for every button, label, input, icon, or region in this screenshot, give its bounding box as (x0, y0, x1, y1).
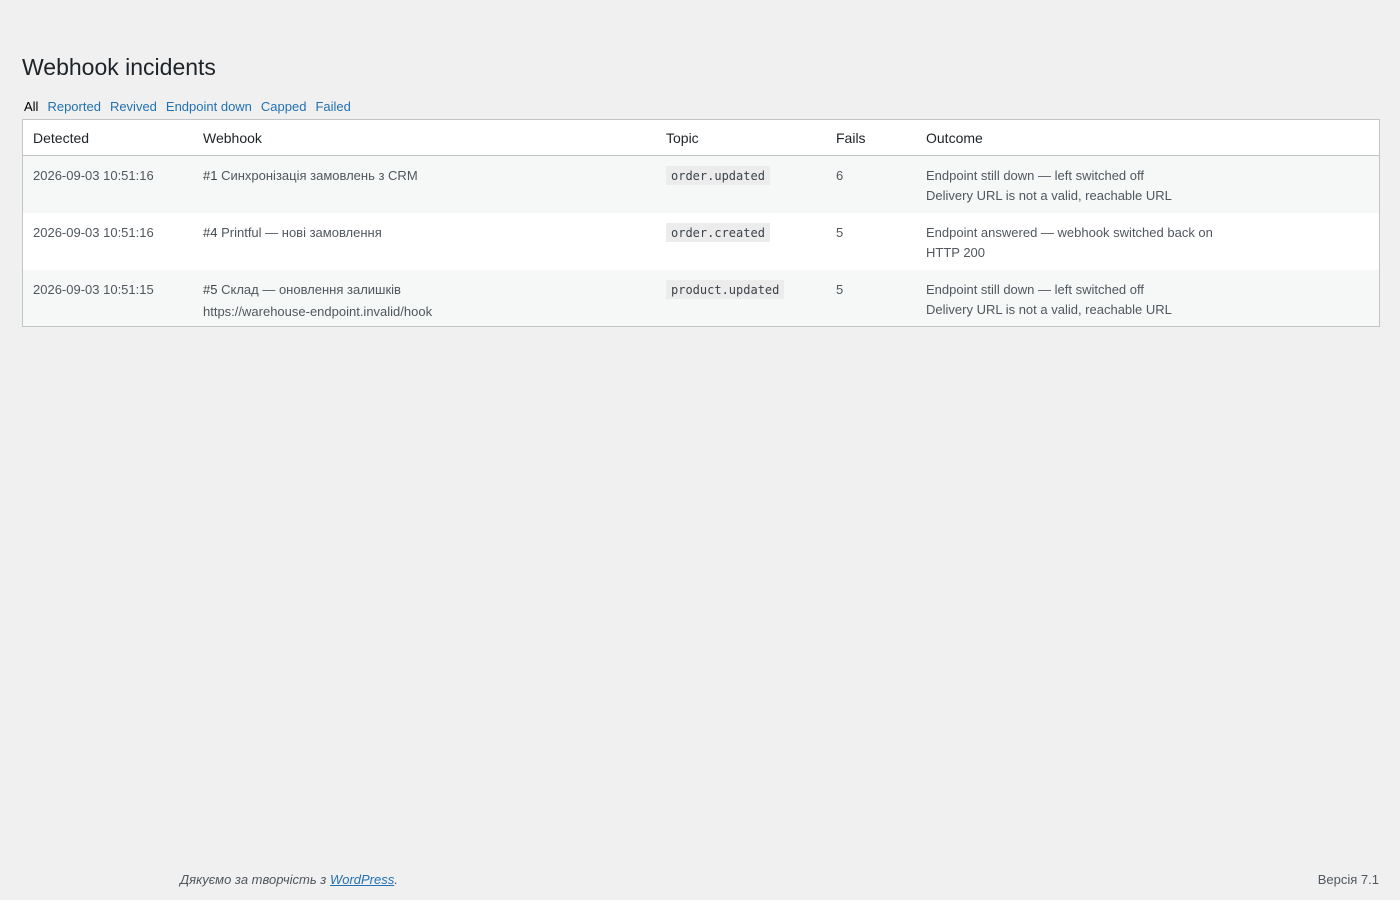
cell-detected: 2026-09-03 10:51:16 (23, 155, 193, 213)
webhook-url: https://warehouse-endpoint.invalid/hook (203, 304, 433, 319)
footer-thanks-suffix: . (394, 872, 398, 887)
cell-webhook: #5 Склад — оновлення залишків https://wa… (193, 270, 656, 326)
incidents-table-container: Detected Webhook Topic Fails Outcome 202… (22, 119, 1380, 327)
topic-code: order.created (666, 223, 770, 242)
cell-fails: 5 (836, 225, 844, 240)
topic-code: order.updated (666, 166, 770, 185)
table-body: 2026-09-03 10:51:16 #1 Синхронізація зам… (23, 155, 1379, 326)
outcome-detail: Delivery URL is not a valid, reachable U… (926, 302, 1172, 317)
filter-capped-item: Capped (261, 98, 307, 116)
filter-endpoint-down-link[interactable]: Endpoint down (166, 99, 252, 114)
filter-endpoint-down-item: Endpoint down (166, 98, 252, 116)
filter-revived-item: Revived (110, 98, 157, 116)
filter-capped-link[interactable]: Capped (261, 99, 307, 114)
filter-failed-item: Failed (315, 98, 350, 116)
filter-all-link[interactable]: All (24, 99, 38, 114)
webhook-name: Синхронізація замовлень з CRM (221, 168, 418, 183)
outcome-detail: Delivery URL is not a valid, reachable U… (926, 188, 1172, 203)
cell-fails: 5 (826, 270, 916, 326)
cell-outcome: Endpoint answered — webhook switched bac… (916, 213, 1379, 270)
webhook-id: #1 (203, 168, 218, 183)
cell-topic: product.updated (656, 270, 826, 326)
table-row: 2026-09-03 10:51:15 #5 Склад — оновлення… (23, 270, 1379, 326)
cell-detected: 2026-09-03 10:51:15 (23, 270, 193, 326)
outcome-status: Endpoint still down — left switched off (926, 168, 1144, 183)
outcome-status: Endpoint answered — webhook switched bac… (926, 225, 1213, 240)
column-header-topic: Topic (656, 120, 826, 156)
topic-code: product.updated (666, 280, 785, 299)
column-header-outcome: Outcome (916, 120, 1379, 156)
cell-outcome: Endpoint still down — left switched off … (916, 270, 1379, 326)
outcome-status: Endpoint still down — left switched off (926, 282, 1144, 297)
filter-reported-item: Reported (47, 98, 100, 116)
cell-webhook: #1 Синхронізація замовлень з CRM (193, 155, 656, 213)
footer-thanks: Дякуємо за творчість з WordPress. (180, 872, 398, 887)
column-header-webhook: Webhook (193, 120, 656, 156)
table-header-row: Detected Webhook Topic Fails Outcome (23, 120, 1379, 156)
webhook-name: Склад — оновлення залишків (221, 282, 401, 297)
status-filter-list: All Reported Revived Endpoint down Cappe… (24, 98, 351, 116)
incidents-table: Detected Webhook Topic Fails Outcome 202… (23, 120, 1379, 326)
filter-revived-link[interactable]: Revived (110, 99, 157, 114)
table-header: Detected Webhook Topic Fails Outcome (23, 120, 1379, 156)
filter-all-item: All (24, 98, 38, 116)
column-header-fails: Fails (826, 120, 916, 156)
filter-failed-link[interactable]: Failed (315, 99, 350, 114)
column-header-detected: Detected (23, 120, 193, 156)
cell-webhook: #4 Printful — нові замовлення (193, 213, 656, 270)
cell-detected: 2026-09-03 10:51:16 (33, 225, 154, 240)
cell-topic: order.updated (656, 155, 826, 213)
table-row: 2026-09-03 10:51:16 #1 Синхронізація зам… (23, 155, 1379, 213)
page-title: Webhook incidents (22, 54, 216, 80)
webhook-id: #4 (203, 225, 218, 240)
footer-thanks-prefix: Дякуємо за творчість з (180, 872, 330, 887)
cell-topic: order.created (656, 213, 826, 270)
cell-fails: 6 (826, 155, 916, 213)
wordpress-link[interactable]: WordPress (330, 872, 394, 887)
filter-reported-link[interactable]: Reported (47, 99, 100, 114)
table-row: 2026-09-03 10:51:16 #4 Printful — нові з… (23, 213, 1379, 270)
outcome-detail: HTTP 200 (926, 245, 986, 260)
webhook-id: #5 (203, 282, 218, 297)
cell-outcome: Endpoint still down — left switched off … (916, 155, 1379, 213)
webhook-name: Printful — нові замовлення (221, 225, 382, 240)
footer-version: Версія 7.1 (1317, 872, 1379, 887)
